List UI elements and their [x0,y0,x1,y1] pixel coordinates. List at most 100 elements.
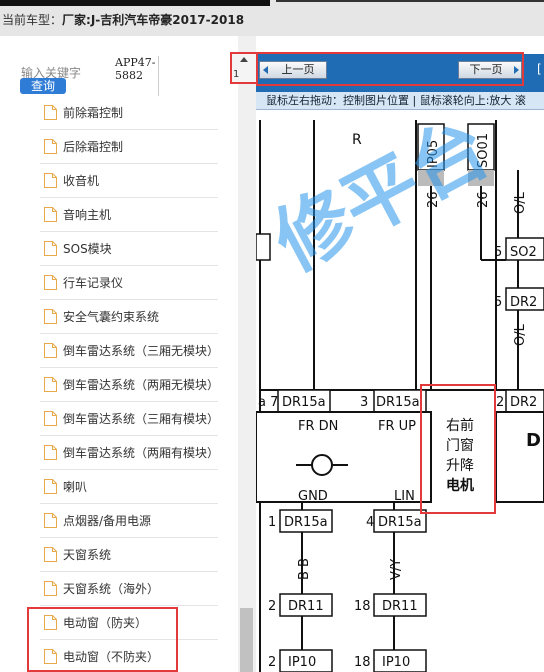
list-item-label: 倒车雷达系统（两厢有模块） [63,446,220,460]
top-dark-bar-right [276,0,544,2]
diagram-label-dr15a-4: DR15a [378,515,422,530]
list-item-label: 喇叭 [63,480,88,494]
document-icon [44,479,57,494]
document-icon [44,377,57,392]
next-page-button[interactable]: 下一页 [458,61,522,79]
document-icon [44,309,57,324]
list-item-label: 电动窗（不防夹） [63,650,160,664]
diagram-label-gnd: GND [298,489,328,504]
list-item[interactable]: 点烟器/备用电源 [40,504,218,538]
diagram-label-2b: 2 [268,599,276,614]
list-item-label: 倒车雷达系统（两厢无模块） [63,378,220,392]
list-item[interactable]: 电动窗（防夹） [40,606,218,640]
code-line-2: 5882 [115,69,143,82]
diagram-label-dr15a-1: DR15a [282,395,326,410]
code-text: APP47- 5882 [111,56,159,96]
list-item-label: SOS模块 [63,242,112,256]
motor-label-line-4: 电机 [446,477,474,494]
diagram-label-bb: B B [297,558,312,580]
list-item[interactable]: 后除霜控制 [40,130,218,164]
viewer-hint: 鼠标左右拖动：控制图片位置 | 鼠标滚轮向上:放大 滚 [256,92,544,110]
document-icon [44,173,57,188]
list-item[interactable]: 天窗系统（海外） [40,572,218,606]
list-item-label: 天窗系统 [63,548,112,562]
document-icon [44,581,57,596]
diagram-label-18b: 18 [354,655,371,670]
list-item-label: 行车记录仪 [63,276,124,290]
diagram-label-vy: V/Y [389,559,404,580]
document-icon [44,241,57,256]
list-item-label: 电动窗（防夹） [63,616,148,630]
list-item-label: 天窗系统（海外） [63,582,160,596]
diagram-label-ip10a: IP10 [288,655,316,670]
list-item[interactable]: 安全气囊约束系统 [40,300,218,334]
list-item[interactable]: 音响主机 [40,198,218,232]
diagram-label-dr11a: DR11 [288,599,324,614]
diagram-label-dr11b: DR11 [382,599,418,614]
list-item[interactable]: 电动窗（不防夹） [40,640,218,672]
diagram-label-dr15a-2: DR15a [376,395,420,410]
toolbar-bracket: [ [537,62,542,76]
list-item[interactable]: 倒车雷达系统（两厢无模块） [40,368,220,402]
scrollbar-thumb[interactable] [240,608,253,672]
motor-label-line-2: 门窗 [446,437,474,454]
list-item-label: 倒车雷达系统（三厢无模块） [63,344,220,358]
list-item-label: 收音机 [63,174,100,188]
list-item[interactable]: 收音机 [40,164,218,198]
diagram-label-dr15a-3: DR15a [284,515,328,530]
motor-label-line-1: 右前 [446,417,474,434]
document-icon [44,139,57,154]
sidebar: 输入关键字 查询 APP47- 5882 前除霜控制 后除霜控制 收音机 音响主机 SO… [0,36,238,672]
arrow-left-icon [263,66,268,74]
list-item[interactable]: 喇叭 [40,470,218,504]
list-item[interactable]: 前除霜控制 [40,96,218,130]
document-icon [44,105,57,120]
document-icon [44,615,57,630]
prev-page-button[interactable]: 上一页 [259,61,327,79]
wiring-diagram[interactable]: R IP05 SO01 26 26 O/L O/L 5 SO2 5 DR2 a … [256,110,544,672]
document-icon [44,343,57,358]
diagram-label-5b: 5 [494,295,502,310]
diagram-label-lin: LIN [394,489,415,504]
current-car-type: 当前车型：厂家:J-吉利汽车帝豪2017-2018 [2,11,244,28]
top-dark-bar [0,0,270,6]
next-page-label: 下一页 [469,63,503,76]
list-item[interactable]: 倒车雷达系统（三厢无模块） [40,334,220,368]
document-icon [44,411,57,426]
document-icon [44,445,57,460]
diagram-label-fr-dn: FR DN [298,419,338,434]
prev-page-label: 上一页 [281,63,315,76]
diagram-label-1: 1 [268,515,276,530]
diagram-label-5a: 5 [494,245,502,260]
sidebar-scrollbar[interactable] [238,36,256,672]
car-type-label: 当前车型： [2,13,63,27]
list-item[interactable]: 行车记录仪 [40,266,218,300]
list-item[interactable]: SOS模块 [40,232,218,266]
arrow-right-icon [514,66,519,74]
viewer-toolbar: 上一页 下一页 [ [256,54,544,92]
arrow-up-icon [240,57,248,62]
diagram-label-4: 4 [366,515,374,530]
diagram-label-so2: SO2 [510,245,537,260]
list-item-label: 倒车雷达系统（三厢有模块） [63,412,220,426]
diagram-label-dr2b: DR2 [510,395,537,410]
list-item[interactable]: 倒车雷达系统（三厢有模块） [40,402,220,436]
diagram-label-ol-2: O/L [513,323,528,346]
code-line-1: APP47- [115,56,156,69]
top-strip: 当前车型：厂家:J-吉利汽车帝豪2017-2018 [0,0,544,36]
search-button[interactable]: 查询 [20,78,66,94]
diagram-label-dr2a: DR2 [510,295,537,310]
document-icon [44,649,57,664]
page-number: 1 [233,69,240,80]
car-type-value: 厂家:J-吉利汽车帝豪2017-2018 [62,13,245,27]
document-icon [44,547,57,562]
list-item-label: 音响主机 [63,208,112,222]
list-item[interactable]: 天窗系统 [40,538,218,572]
document-icon [44,207,57,222]
list-item[interactable]: 倒车雷达系统（两厢有模块） [40,436,220,470]
scroll-up-button[interactable]: 1 [231,52,256,82]
diagram-label-fr-up: FR UP [378,419,416,434]
list-item-label: 安全气囊约束系统 [63,310,160,324]
list-item-label: 点烟器/备用电源 [63,514,152,528]
diagram-label-18a: 18 [354,599,371,614]
